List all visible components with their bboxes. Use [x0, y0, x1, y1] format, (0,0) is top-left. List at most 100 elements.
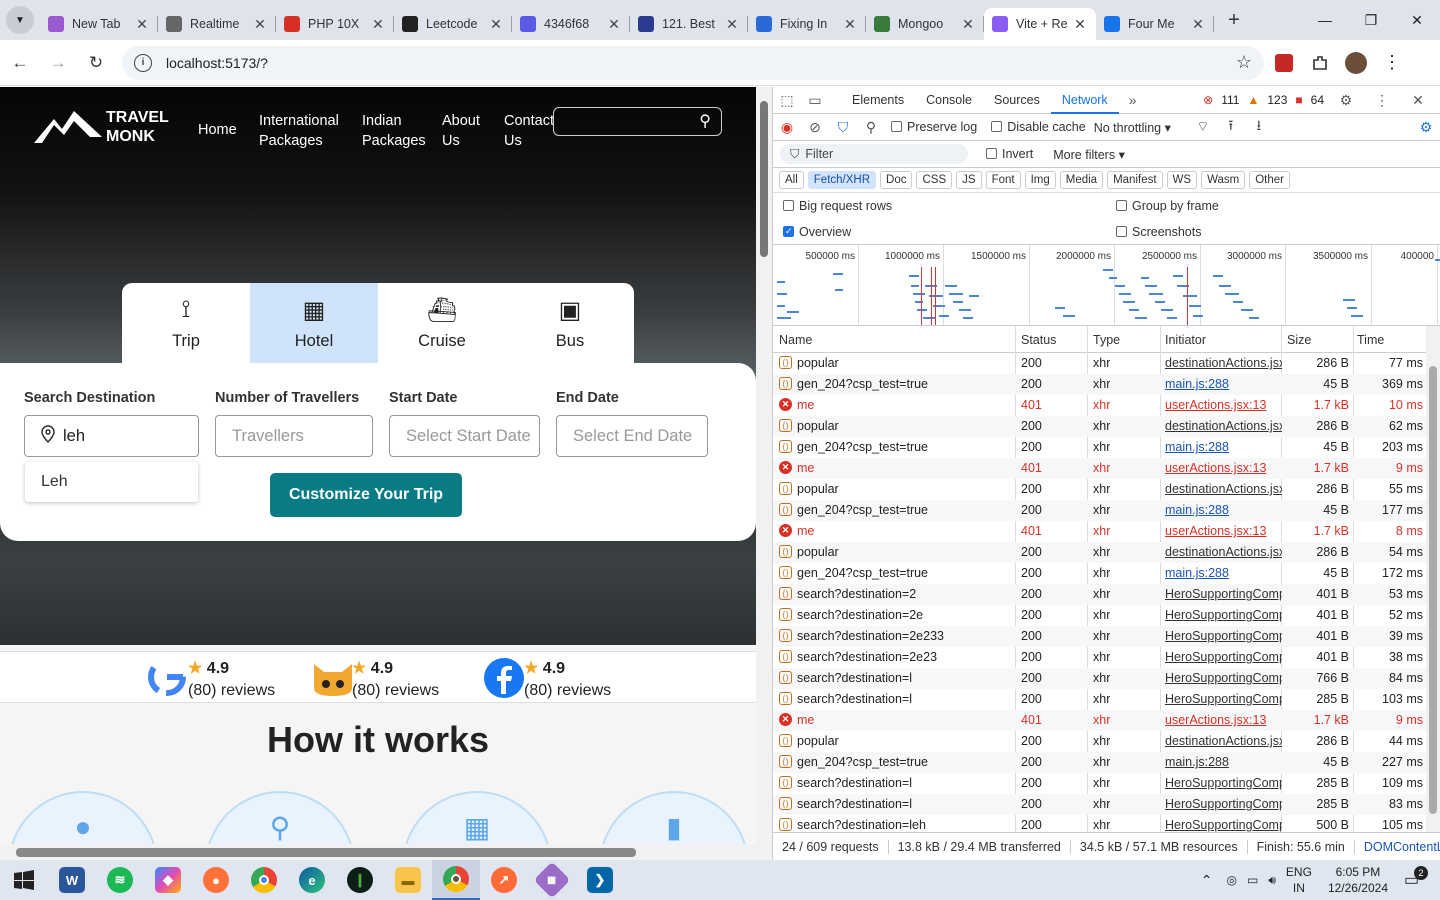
request-initiator[interactable]: userActions.jsx:13	[1165, 713, 1282, 727]
mode-tab-cruise[interactable]: ⛴ Cruise	[378, 283, 506, 363]
request-initiator[interactable]: HeroSupportingComp	[1165, 587, 1282, 601]
device-toggle-icon[interactable]: ▭	[801, 92, 829, 109]
request-initiator[interactable]: destinationActions.jsx:	[1165, 545, 1282, 559]
volume-icon[interactable]: 🔊︎	[1268, 873, 1276, 888]
column-header-size[interactable]: Size	[1287, 333, 1311, 347]
omnibox[interactable]: i localhost:5173/? ☆	[122, 45, 1264, 80]
mongodb-app[interactable]: ❙	[336, 860, 384, 900]
gear-icon[interactable]: ⚙	[1332, 92, 1360, 109]
site-info-icon[interactable]: i	[134, 53, 152, 72]
download-icon[interactable]: ⭳	[1245, 115, 1273, 139]
request-initiator[interactable]: HeroSupportingComp	[1165, 671, 1282, 685]
table-row[interactable]: ⟨⟩ gen_204?csp_test=true 200 xhr main.js:288…	[773, 437, 1440, 458]
site-logo[interactable]: TRAVEL MONK	[32, 107, 169, 147]
explorer-app[interactable]: ▬	[384, 860, 432, 900]
type-filter-font[interactable]: Font	[985, 171, 1021, 189]
table-row[interactable]: ⟨⟩ popular 200 xhr destinationActions.jsx: 28…	[773, 542, 1440, 563]
filter-icon[interactable]: ⛉	[829, 119, 857, 136]
scroll-thumb[interactable]	[1429, 366, 1437, 814]
more-tabs-icon[interactable]: »	[1119, 92, 1147, 108]
request-initiator[interactable]: HeroSupportingComp	[1165, 608, 1282, 622]
close-icon[interactable]: ✕	[1404, 92, 1432, 109]
close-tab-icon[interactable]: ✕	[1072, 16, 1088, 33]
page-vertical-scrollbar[interactable]	[756, 87, 772, 844]
request-initiator[interactable]: userActions.jsx:13	[1165, 524, 1282, 538]
postman-app[interactable]: ↗	[480, 860, 528, 900]
network-icon[interactable]: ▭	[1247, 873, 1258, 887]
request-initiator[interactable]: HeroSupportingComp	[1165, 650, 1282, 664]
request-initiator[interactable]: userActions.jsx:13	[1165, 398, 1282, 412]
table-row[interactable]: ⟨⟩ gen_204?csp_test=true 200 xhr main.js:288…	[773, 374, 1440, 395]
screenshots-checkbox[interactable]: Screenshots	[1116, 225, 1201, 239]
type-filter-media[interactable]: Media	[1059, 171, 1104, 189]
mode-tab-trip[interactable]: ⟟ Trip	[122, 283, 250, 363]
firefox-app[interactable]: ●	[192, 860, 240, 900]
request-initiator[interactable]: HeroSupportingComp	[1165, 797, 1282, 811]
language-indicator[interactable]: ENG IN	[1286, 864, 1312, 896]
network-overview-timeline[interactable]: 500000 ms 1000000 ms 1500000 ms 2000000 ms 2…	[773, 244, 1440, 326]
browser-tab[interactable]: Fixing In ✕	[748, 8, 866, 40]
table-row[interactable]: ⟨⟩ gen_204?csp_test=true 200 xhr main.js:288…	[773, 563, 1440, 584]
type-filter-css[interactable]: CSS	[916, 171, 953, 189]
bookmark-star-icon[interactable]: ☆	[1236, 52, 1252, 73]
preserve-log-checkbox[interactable]: Preserve log	[891, 120, 977, 134]
close-tab-icon[interactable]: ✕	[488, 16, 504, 33]
table-row[interactable]: ⟨⟩ popular 200 xhr destinationActions.jsx: 28…	[773, 416, 1440, 437]
request-initiator[interactable]: main.js:288	[1165, 755, 1282, 769]
browser-tab[interactable]: Leetcode ✕	[394, 8, 512, 40]
wifi-icon[interactable]: ⌔	[1189, 118, 1217, 136]
reload-button[interactable]: ↻	[78, 45, 114, 81]
table-row[interactable]: ⟨⟩ search?destination=2 200 xhr HeroSupporti…	[773, 584, 1440, 605]
end-date-input[interactable]: Select End Date	[556, 415, 708, 457]
nav-link[interactable]: About Us	[442, 111, 498, 151]
browser-tab[interactable]: 4346f68 ✕	[512, 8, 630, 40]
table-row[interactable]: ⟨⟩ gen_204?csp_test=true 200 xhr main.js:288…	[773, 500, 1440, 521]
browser-tab[interactable]: 121. Best ✕	[630, 8, 748, 40]
type-filter-js[interactable]: JS	[956, 171, 982, 189]
column-header-time[interactable]: Time	[1357, 333, 1384, 347]
nav-link[interactable]: Home	[198, 120, 255, 140]
more-filters-dropdown[interactable]: More filters ▾	[1053, 147, 1125, 162]
issue-counters[interactable]: ⊗ 111 ▲ 123 ■ 64 ⚙ ⋮ ✕	[1203, 92, 1440, 109]
record-icon[interactable]: ◉	[773, 119, 801, 136]
close-tab-icon[interactable]: ✕	[252, 16, 268, 33]
chrome-profile-app[interactable]	[432, 860, 480, 900]
table-row[interactable]: ✕ me 401 xhr userActions.jsx:13 1.7 kB 8 ms	[773, 521, 1440, 542]
page-horizontal-scrollbar[interactable]	[0, 844, 772, 860]
close-window-button[interactable]: ✕	[1394, 0, 1440, 40]
type-filter-wasm[interactable]: Wasm	[1201, 171, 1246, 189]
request-initiator[interactable]: destinationActions.jsx:	[1165, 356, 1282, 370]
request-initiator[interactable]: main.js:288	[1165, 503, 1282, 517]
chrome-app[interactable]	[240, 860, 288, 900]
browser-tab[interactable]: Vite + Re ✕	[984, 8, 1096, 40]
customize-trip-button[interactable]: Customize Your Trip	[270, 473, 462, 517]
request-initiator[interactable]: main.js:288	[1165, 377, 1282, 391]
avatar[interactable]	[1340, 47, 1372, 79]
close-tab-icon[interactable]: ✕	[842, 16, 858, 33]
devtools-tab-network[interactable]: Network	[1050, 87, 1119, 114]
type-filter-fetch-xhr[interactable]: Fetch/XHR	[807, 171, 877, 189]
settings-icon[interactable]: ⚙	[1412, 119, 1440, 136]
browser-tab[interactable]: Mongoo ✕	[866, 8, 984, 40]
request-initiator[interactable]: destinationActions.jsx:	[1165, 419, 1282, 433]
big-rows-checkbox[interactable]: Big request rows	[783, 199, 892, 213]
table-scrollbar[interactable]	[1426, 326, 1440, 832]
table-row[interactable]: ⟨⟩ gen_204?csp_test=true 200 xhr main.js:288…	[773, 752, 1440, 773]
disable-cache-checkbox[interactable]: Disable cache	[991, 120, 1086, 134]
request-initiator[interactable]: HeroSupportingComp	[1165, 776, 1282, 790]
browser-tab[interactable]: Realtime ✕	[158, 8, 276, 40]
type-filter-ws[interactable]: WS	[1166, 171, 1198, 189]
chevron-up-icon[interactable]: ⌃	[1201, 872, 1213, 889]
vscode-app[interactable]: ❯	[576, 860, 624, 900]
puzzle-icon[interactable]	[1304, 47, 1336, 79]
mode-tab-bus[interactable]: ▣ Bus	[506, 283, 634, 363]
overview-checkbox[interactable]: Overview	[783, 225, 851, 239]
type-filter-manifest[interactable]: Manifest	[1107, 171, 1163, 189]
request-initiator[interactable]: destinationActions.jsx:	[1165, 482, 1282, 496]
close-tab-icon[interactable]: ✕	[724, 16, 740, 33]
type-filter-other[interactable]: Other	[1249, 171, 1290, 189]
filter-input[interactable]: ⛉ Filter	[780, 144, 968, 164]
more-menu-icon[interactable]: ⋮	[1376, 47, 1408, 79]
table-row[interactable]: ⟨⟩ search?destination=l 200 xhr HeroSupporti…	[773, 773, 1440, 794]
destination-suggestion[interactable]: Leh	[25, 462, 198, 502]
